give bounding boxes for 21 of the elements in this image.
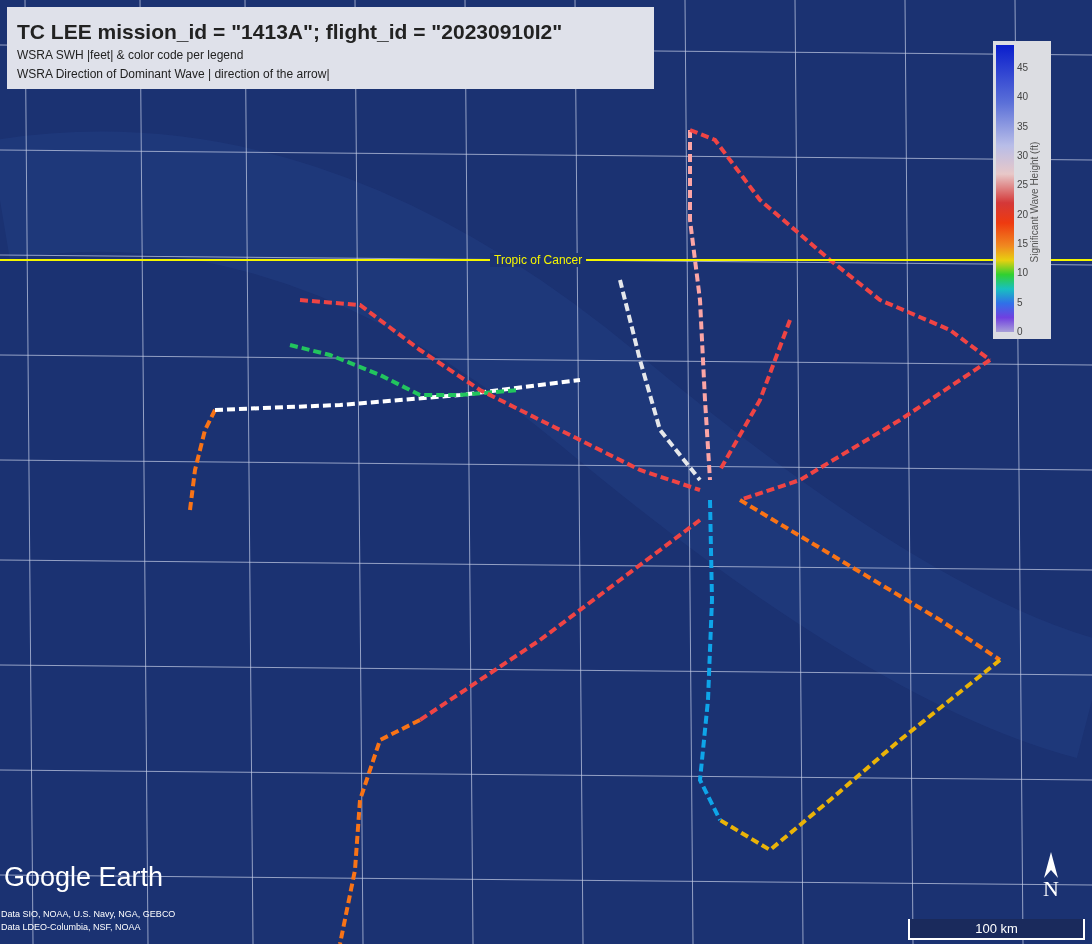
compass-letter: N bbox=[1043, 878, 1059, 900]
description-line: WSRA Direction of Dominant Wave | direction of the arrow| bbox=[17, 66, 331, 84]
scale-tick-label: 0 bbox=[1017, 326, 1024, 337]
map-title: TC LEE mission_id = "1413A"; flight_id = "20230910I2" bbox=[17, 19, 564, 45]
legend-title: Significant Wave Height (ft) bbox=[1028, 140, 1041, 263]
tropic-label: Tropic of Cancer bbox=[490, 253, 587, 267]
scale-tick-label: 10 bbox=[1017, 268, 1029, 279]
scale-tick-label: 35 bbox=[1017, 121, 1029, 132]
scale-tick-label: 15 bbox=[1017, 238, 1029, 249]
google-earth-logo: Google Earth bbox=[4, 864, 164, 891]
data-credit: Data LDEO-Columbia, NSF, NOAA bbox=[1, 923, 142, 932]
data-credit: Data SIO, NOAA, U.S. Navy, NGA, GEBCO bbox=[1, 910, 176, 919]
scale-tick-label: 40 bbox=[1017, 92, 1029, 103]
scale-label: 100 km bbox=[975, 922, 1018, 935]
description-line: WSRA SWH |feet| & color code per legend bbox=[17, 47, 245, 65]
scale-tick-label: 25 bbox=[1017, 180, 1029, 191]
scale-tick-label: 5 bbox=[1017, 297, 1024, 308]
north-arrow-icon bbox=[1043, 852, 1058, 878]
scale-tick-label: 45 bbox=[1017, 63, 1029, 73]
scale-tick-label: 30 bbox=[1017, 151, 1029, 161]
scale-tick-label: 20 bbox=[1017, 209, 1029, 220]
